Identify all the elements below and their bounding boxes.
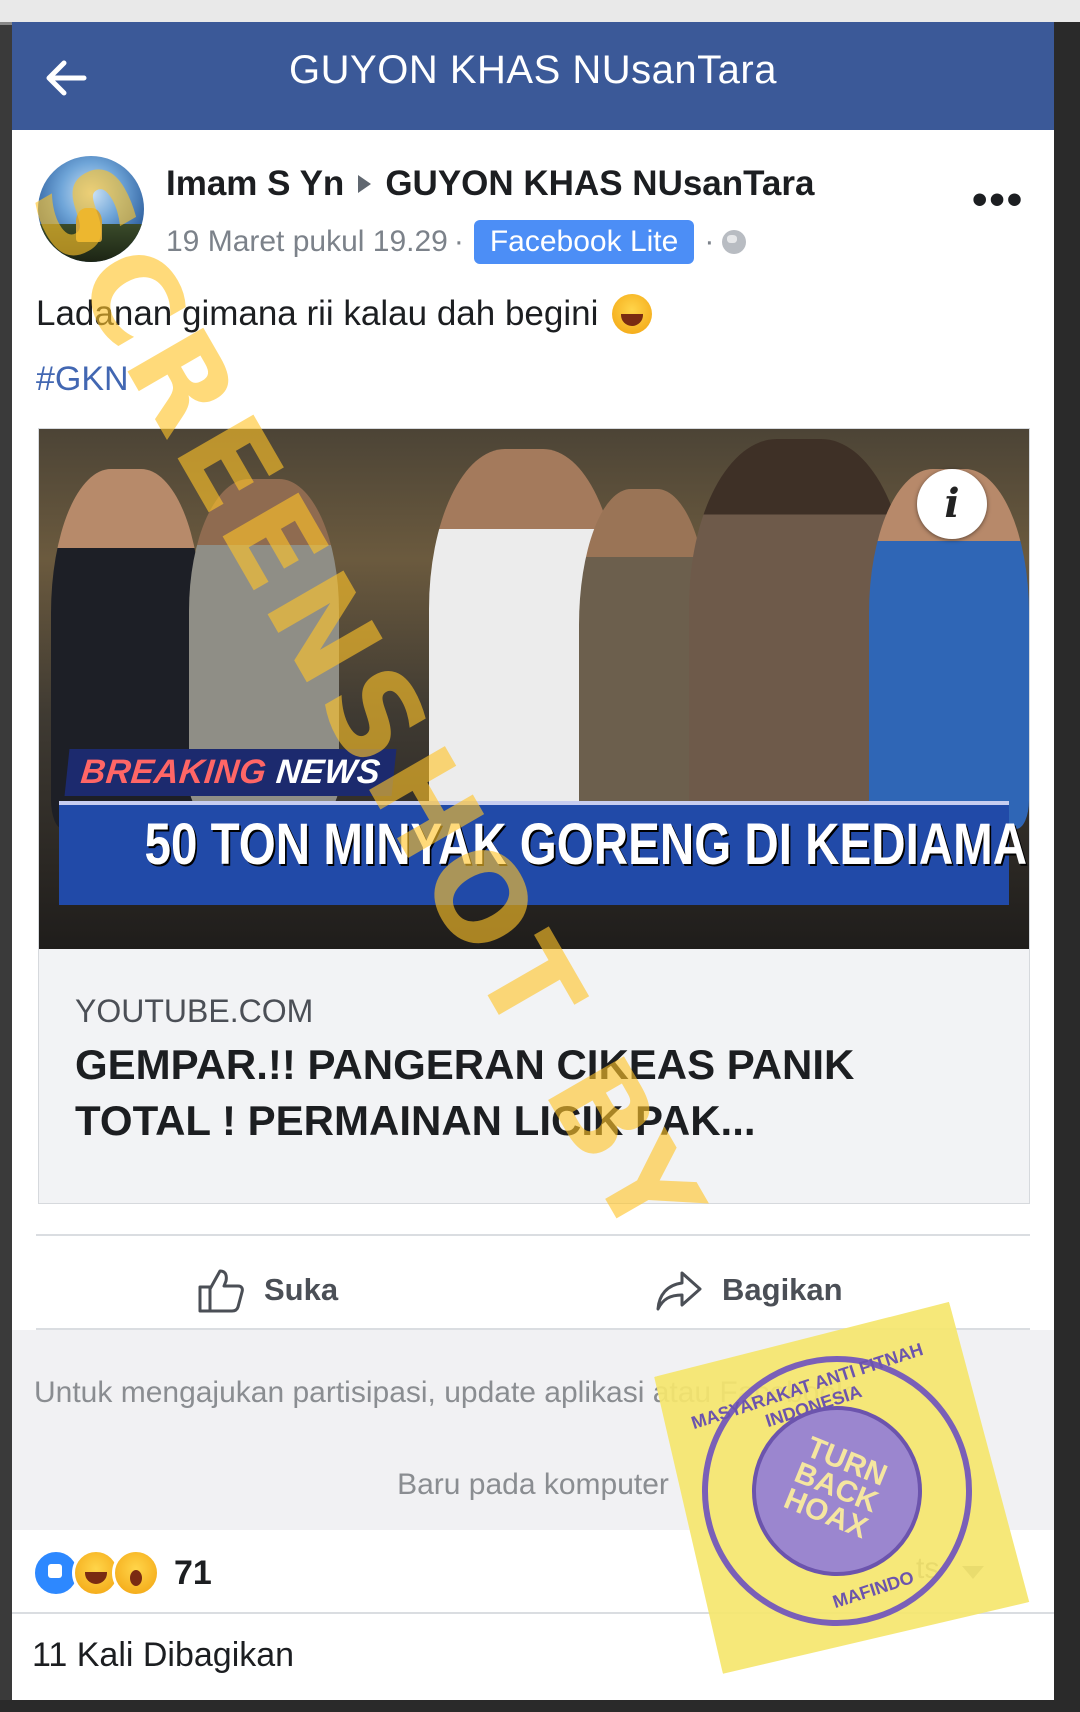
reaction-summary[interactable]: 71 xyxy=(32,1548,212,1598)
author-name[interactable]: Imam S Yn xyxy=(166,164,344,203)
post-text: Ladanan gimana rii kalau dah begini xyxy=(36,294,653,334)
hashtag-link[interactable]: #GKN xyxy=(36,360,129,399)
reaction-count: 71 xyxy=(174,1553,212,1592)
share-arrow-icon xyxy=(656,1271,702,1311)
meta-separator: · xyxy=(453,225,464,258)
link-domain: YOUTUBE.COM xyxy=(75,993,314,1029)
notice-text-2: Baru pada komputer xyxy=(397,1468,669,1501)
avatar[interactable] xyxy=(38,156,144,262)
link-preview-image[interactable]: i BREAKING NEWS 50 TON MINYAK GORENG DI … xyxy=(39,429,1029,949)
share-count[interactable]: 11 Kali Dibagikan xyxy=(32,1636,294,1675)
like-label: Suka xyxy=(264,1272,339,1307)
share-label: Bagikan xyxy=(722,1272,843,1307)
phone-screen: GUYON KHAS NUsanTara Imam S Yn GUYON KHAS… xyxy=(12,22,1054,1700)
screen-edge xyxy=(1054,22,1080,1712)
post-body: Ladanan gimana rii kalau dah begini xyxy=(36,294,599,333)
wow-reaction-icon xyxy=(112,1549,160,1597)
stamp-bottom-text: MAFINDO xyxy=(830,1567,917,1613)
link-title[interactable]: GEMPAR.!! PANGERAN CIKEAS PANIK TOTAL ! … xyxy=(75,1037,955,1149)
laughing-emoji-icon xyxy=(612,294,653,334)
image-headline-bar: 50 TON MINYAK GORENG DI KEDIAMAN IBAS xyxy=(59,801,1030,905)
post-header: Imam S Yn GUYON KHAS NUsanTara xyxy=(166,164,815,204)
screen-edge-bottom xyxy=(0,1700,1080,1712)
app-bar: GUYON KHAS NUsanTara xyxy=(12,22,1054,130)
page-title: GUYON KHAS NUsanTara xyxy=(289,48,777,92)
image-headline: 50 TON MINYAK GORENG DI KEDIAMAN IBAS xyxy=(144,812,1030,877)
meta-separator-2: · xyxy=(704,225,715,258)
news-word: NEWS xyxy=(274,753,383,791)
notice-text: Untuk mengajukan partisipasi, update apl… xyxy=(34,1376,852,1409)
post-meta: 19 Maret pukul 19.29 · Facebook Lite · xyxy=(166,220,747,264)
post-timestamp[interactable]: 19 Maret pukul 19.29 xyxy=(166,225,448,259)
link-preview-card[interactable]: i BREAKING NEWS 50 TON MINYAK GORENG DI … xyxy=(38,428,1030,1204)
avatar-figure xyxy=(76,208,102,242)
breaking-word: BREAKING xyxy=(79,753,269,791)
like-button[interactable]: Suka xyxy=(196,1260,338,1320)
divider xyxy=(12,1612,1054,1614)
update-notice: Untuk mengajukan partisipasi, update apl… xyxy=(12,1330,1054,1530)
chevron-down-icon[interactable] xyxy=(962,1566,984,1579)
divider xyxy=(36,1234,1030,1236)
thumbs-up-icon xyxy=(198,1269,244,1313)
comments-sort-label[interactable]: ts xyxy=(916,1552,939,1586)
caret-right-icon xyxy=(358,174,372,193)
breaking-news-tag: BREAKING NEWS xyxy=(64,749,397,796)
share-button[interactable]: Bagikan xyxy=(654,1260,843,1320)
more-options-icon[interactable]: ••• xyxy=(972,178,1024,222)
group-name[interactable]: GUYON KHAS NUsanTara xyxy=(385,164,814,203)
globe-icon xyxy=(722,230,747,254)
info-icon[interactable]: i xyxy=(917,469,987,539)
client-badge: Facebook Lite xyxy=(473,220,695,264)
